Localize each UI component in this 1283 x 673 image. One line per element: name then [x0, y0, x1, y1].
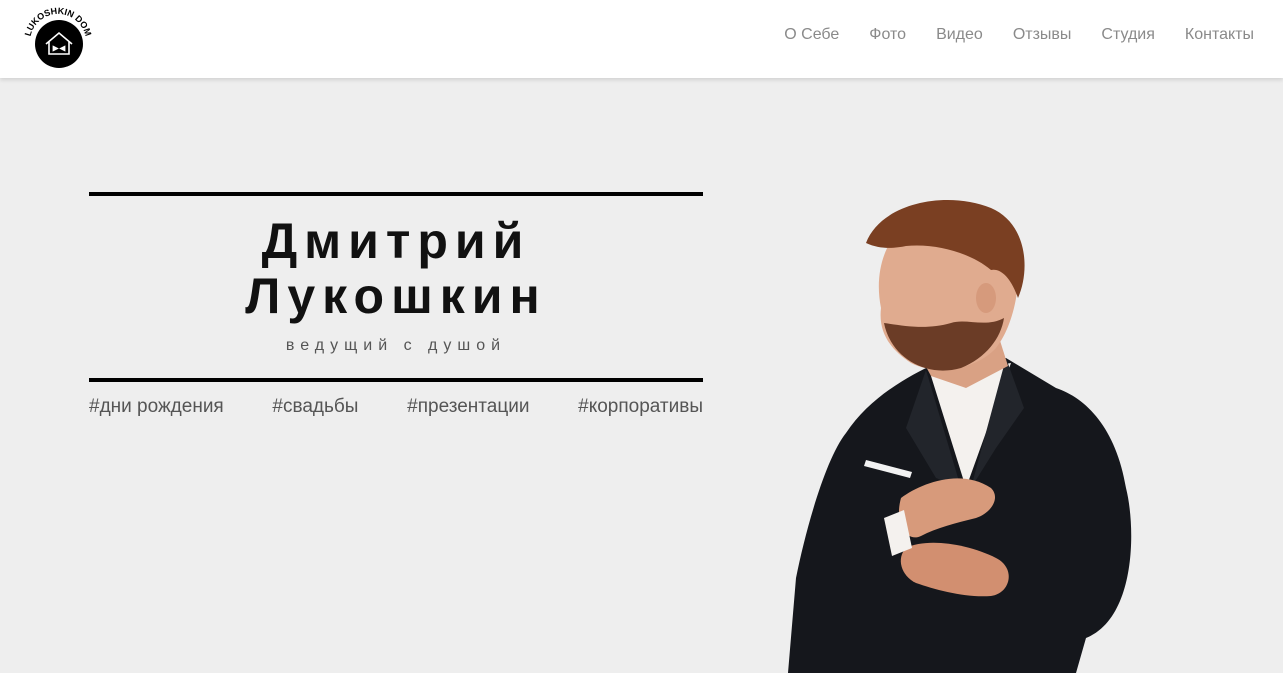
- host-portrait-image: [788, 200, 1132, 673]
- tag-weddings: #свадьбы: [272, 396, 359, 417]
- hero-section: Дмитрий Лукошкин ведущий с душой #дни ро…: [0, 78, 1283, 673]
- title-last-name: Лукошкин: [245, 268, 547, 324]
- page-title: Дмитрий Лукошкин: [89, 214, 703, 324]
- site-header: LUKOSHKIN DOM EVENT STUDIO О Себе Фото В…: [0, 0, 1283, 78]
- nav-item-contacts[interactable]: Контакты: [1185, 24, 1254, 46]
- main-nav: О Себе Фото Видео Отзывы Студия Контакты: [754, 24, 1254, 46]
- title-first-name: Дмитрий: [261, 213, 531, 269]
- nav-item-video[interactable]: Видео: [936, 24, 983, 46]
- logo[interactable]: LUKOSHKIN DOM EVENT STUDIO: [22, 6, 94, 72]
- tag-birthdays: #дни рождения: [89, 396, 224, 417]
- nav-item-photo[interactable]: Фото: [869, 24, 906, 46]
- tag-presentations: #презентации: [407, 396, 530, 417]
- nav-item-about[interactable]: О Себе: [784, 24, 839, 46]
- nav-item-reviews[interactable]: Отзывы: [1013, 24, 1072, 46]
- event-tags: #дни рождения #свадьбы #презентации #кор…: [89, 396, 703, 418]
- title-bottom-divider: [89, 378, 703, 382]
- title-top-divider: [89, 192, 703, 196]
- nav-item-studio[interactable]: Студия: [1101, 24, 1154, 46]
- tagline: ведущий с душой: [285, 337, 507, 354]
- tag-corporate: #корпоративы: [578, 396, 703, 417]
